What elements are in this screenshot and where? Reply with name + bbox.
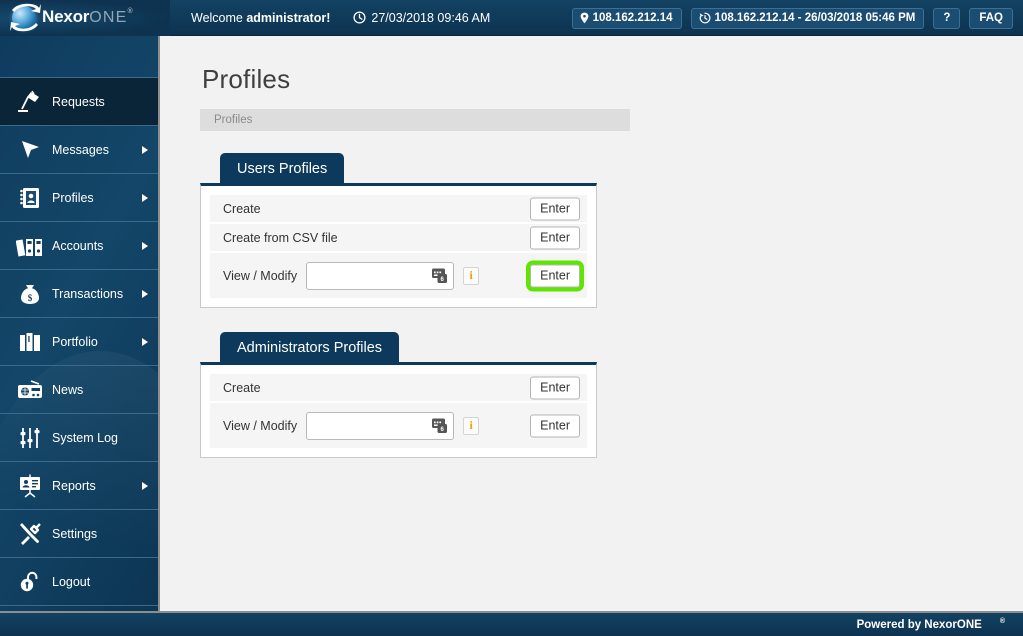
row-create-user: Create Enter [210, 195, 587, 224]
sidebar-label: Messages [52, 142, 109, 157]
enter-button-create-user[interactable]: Enter [530, 197, 580, 220]
page-title: Profiles [202, 64, 291, 94]
sidebar-label: Profiles [52, 190, 94, 205]
last-login-pill: 108.162.212.14 - 26/03/2018 05:46 PM [690, 7, 925, 29]
chevron-right-icon [142, 289, 148, 298]
desk-lamp-icon [13, 87, 47, 117]
page-footer: Powered by NexorONE ® [0, 611, 1023, 636]
row-label: View / Modify [223, 268, 298, 283]
help-button[interactable]: ? [933, 7, 961, 29]
radio-icon [13, 375, 47, 405]
logo-brand-secondary: ONE [89, 8, 128, 26]
top-header-bar: NexorONE® Welcome administrator! 27/03/2… [0, 0, 1023, 36]
logo-swoosh-icon [10, 3, 41, 31]
sidebar-label: Reports [52, 478, 96, 493]
logo-registered-mark: ® [127, 7, 133, 15]
row-create-admin: Create Enter [210, 374, 587, 403]
briefcase-icon [13, 327, 47, 357]
logo-wordmark: NexorONE® [42, 6, 133, 27]
current-datetime: 27/03/2018 09:46 AM [353, 11, 490, 25]
welcome-prefix: Welcome [191, 10, 247, 25]
sidebar-item-settings[interactable]: Settings [0, 510, 158, 558]
row-label: Create from CSV file [223, 230, 338, 245]
chevron-right-icon [142, 145, 148, 154]
row-label: Create [223, 380, 261, 395]
tab-administrators-profiles[interactable]: Administrators Profiles [220, 332, 400, 363]
welcome-message: Welcome administrator! [191, 11, 330, 25]
sidebar-item-requests[interactable]: Requests [0, 78, 158, 126]
sidebar-item-reports[interactable]: Reports [0, 462, 158, 510]
row-label: View / Modify [223, 418, 298, 433]
last-login-text: 108.162.212.14 - 26/03/2018 05:46 PM [714, 11, 916, 24]
tab-users-profiles[interactable]: Users Profiles [220, 153, 345, 184]
presentation-icon [13, 471, 47, 501]
chevron-right-icon [142, 241, 148, 250]
sidebar-item-system-log[interactable]: System Log [0, 414, 158, 462]
admin-search-input[interactable]: 6 [306, 411, 455, 440]
info-icon[interactable]: i [463, 416, 480, 435]
sidebar-item-accounts[interactable]: Accounts [0, 222, 158, 270]
money-bag-icon: $ [13, 279, 47, 309]
svg-text:$: $ [28, 293, 33, 303]
binders-icon [13, 231, 47, 261]
administrators-profiles-section: Administrators Profiles Create Enter Vie… [200, 332, 1023, 459]
breadcrumb: Profiles [200, 109, 630, 131]
footer-text: Powered by NexorONE ® [857, 618, 1005, 631]
enter-button-view-modify-user[interactable]: Enter [526, 260, 584, 291]
current-ip-pill: 108.162.212.14 [571, 7, 682, 29]
welcome-username: administrator! [246, 10, 331, 25]
sidebar-label: Accounts [52, 238, 104, 253]
sidebar-top-spacer [0, 36, 158, 78]
sidebar-item-news[interactable]: News [0, 366, 158, 414]
row-view-modify-user: View / Modify 6 i Enter [210, 253, 587, 298]
main-sidebar: Requests Messages Profiles Accounts $ Tr… [0, 36, 160, 611]
user-search-input[interactable]: 6 [306, 261, 455, 290]
footer-label: Powered by NexorONE [856, 618, 982, 631]
sidebar-label: Logout [52, 574, 91, 589]
sidebar-label: News [52, 382, 84, 397]
main-content-area: Profiles Profiles Users Profiles Create … [162, 36, 1023, 611]
keypad-icon[interactable]: 6 [432, 418, 449, 433]
administrators-profiles-panel: Create Enter View / Modify 6 i Enter [200, 362, 597, 458]
location-pin-icon [580, 12, 588, 23]
users-profiles-section: Users Profiles Create Enter Create from … [200, 153, 1023, 309]
enter-button-create-user-csv[interactable]: Enter [530, 226, 580, 249]
row-view-modify-admin: View / Modify 6 i Enter [210, 403, 587, 448]
sidebar-label: Portfolio [52, 334, 98, 349]
logo-brand-primary: Nexor [42, 6, 90, 26]
app-logo[interactable]: NexorONE® [0, 0, 170, 36]
row-label: Create [223, 201, 261, 216]
info-icon[interactable]: i [463, 266, 480, 285]
sidebar-item-messages[interactable]: Messages [0, 126, 158, 174]
history-clock-icon [699, 12, 710, 23]
users-profiles-panel: Create Enter Create from CSV file Enter … [200, 183, 597, 308]
sidebar-label: Requests [52, 94, 105, 109]
header-right-group: 108.162.212.14 108.162.212.14 - 26/03/20… [571, 0, 1013, 36]
tools-icon [13, 519, 47, 549]
open-lock-icon [13, 567, 47, 597]
address-book-icon [13, 183, 47, 213]
breadcrumb-item[interactable]: Profiles [214, 114, 252, 126]
sidebar-item-profiles[interactable]: Profiles [0, 174, 158, 222]
datetime-text: 27/03/2018 09:46 AM [371, 10, 491, 25]
row-create-user-csv: Create from CSV file Enter [210, 224, 587, 253]
chevron-right-icon [142, 481, 148, 490]
footer-registered-mark: ® [999, 618, 1005, 626]
sliders-icon [13, 423, 47, 453]
keypad-icon[interactable]: 6 [432, 268, 449, 283]
chevron-right-icon [142, 337, 148, 346]
sidebar-label: Settings [52, 526, 98, 541]
faq-button[interactable]: FAQ [969, 7, 1013, 29]
clock-icon [353, 11, 366, 24]
cursor-arrow-icon [13, 135, 47, 165]
sidebar-label: Transactions [52, 286, 124, 301]
current-ip-text: 108.162.212.14 [592, 11, 673, 24]
chevron-right-icon [142, 193, 148, 202]
enter-button-create-admin[interactable]: Enter [530, 376, 580, 399]
sidebar-label: System Log [52, 430, 119, 445]
sidebar-item-transactions[interactable]: $ Transactions [0, 270, 158, 318]
sidebar-item-logout[interactable]: Logout [0, 558, 158, 606]
sidebar-item-portfolio[interactable]: Portfolio [0, 318, 158, 366]
enter-button-view-modify-admin[interactable]: Enter [530, 414, 580, 437]
